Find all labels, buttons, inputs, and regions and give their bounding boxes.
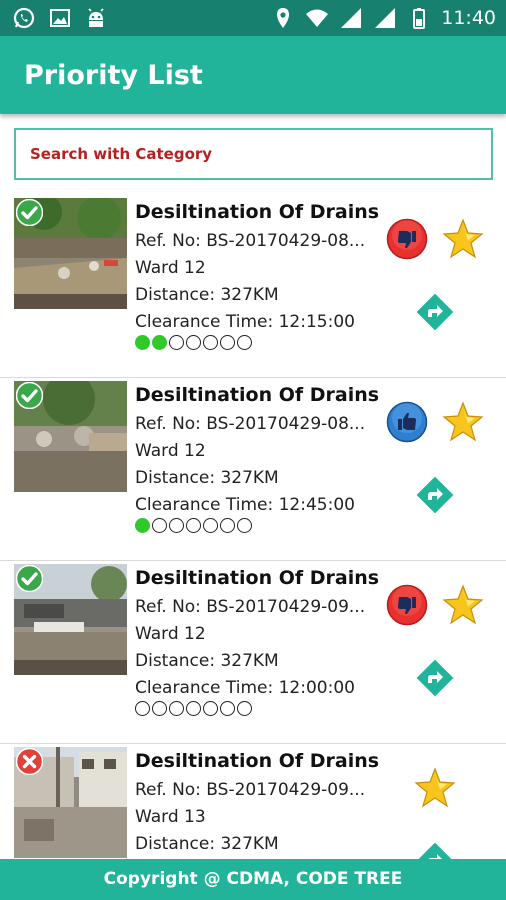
page-title: Priority List	[24, 60, 203, 91]
progress-dot	[237, 701, 252, 716]
item-ref: Ref. No: BS-20170429-09...	[135, 780, 366, 800]
progress-dot	[135, 518, 150, 533]
battery-icon	[413, 8, 426, 29]
share-icon[interactable]	[416, 659, 454, 697]
progress-dot	[203, 335, 218, 350]
item-title: Desiltination Of Drains	[135, 201, 380, 223]
thumbs-down-icon[interactable]	[386, 218, 428, 260]
progress-dot	[169, 335, 184, 350]
progress-dots	[135, 701, 252, 716]
item-ref: Ref. No: BS-20170429-08...	[135, 231, 366, 251]
progress-dot	[169, 701, 184, 716]
progress-dot	[220, 518, 235, 533]
check-icon	[16, 565, 43, 592]
item-distance: Distance: 327KM	[135, 834, 279, 854]
progress-dot	[152, 701, 167, 716]
item-clearance-time: Clearance Time: 12:45:00	[135, 495, 355, 515]
progress-dot	[186, 701, 201, 716]
gallery-icon	[50, 9, 70, 27]
progress-dots	[135, 518, 252, 533]
thumbs-up-icon[interactable]	[386, 401, 428, 443]
progress-dot	[186, 518, 201, 533]
item-ward: Ward 12	[135, 624, 206, 644]
status-bar: 11:40	[0, 0, 506, 36]
check-icon	[16, 199, 43, 226]
item-clearance-time: Clearance Time: 12:00:00	[135, 678, 355, 698]
list-item[interactable]: Desiltination Of Drains Ref. No: BS-2017…	[0, 744, 506, 859]
progress-dot	[203, 518, 218, 533]
progress-dot	[237, 335, 252, 350]
footer-copyright: Copyright @ CDMA, CODE TREE	[0, 859, 506, 900]
item-title: Desiltination Of Drains	[135, 567, 380, 589]
priority-list[interactable]: Desiltination Of Drains Ref. No: BS-2017…	[0, 195, 506, 859]
progress-dot	[237, 518, 252, 533]
item-ward: Ward 12	[135, 441, 206, 461]
progress-dot	[152, 335, 167, 350]
status-time: 11:40	[441, 7, 496, 29]
progress-dot	[220, 335, 235, 350]
progress-dots	[135, 335, 252, 350]
item-clearance-time: Clearance Time: 12:15:00	[135, 312, 355, 332]
item-distance: Distance: 327KM	[135, 285, 279, 305]
item-ref: Ref. No: BS-20170429-09...	[135, 597, 366, 617]
whatsapp-icon	[13, 7, 35, 29]
progress-dot	[220, 701, 235, 716]
item-distance: Distance: 327KM	[135, 651, 279, 671]
app-bar: Priority List	[0, 36, 506, 114]
wifi-icon	[306, 9, 329, 27]
item-title: Desiltination Of Drains	[135, 384, 380, 406]
signal-icon	[341, 8, 362, 28]
star-icon[interactable]	[414, 767, 456, 809]
share-icon[interactable]	[416, 293, 454, 331]
item-title: Desiltination Of Drains	[135, 750, 380, 772]
location-icon	[277, 8, 290, 28]
signal-icon-2	[375, 8, 396, 28]
star-icon[interactable]	[442, 218, 484, 260]
item-ref: Ref. No: BS-20170429-08...	[135, 414, 366, 434]
item-ward: Ward 13	[135, 807, 206, 827]
star-icon[interactable]	[442, 584, 484, 626]
cross-icon	[16, 748, 43, 775]
share-icon[interactable]	[416, 476, 454, 514]
progress-dot	[152, 518, 167, 533]
thumbs-down-icon[interactable]	[386, 584, 428, 626]
search-box[interactable]	[14, 128, 493, 180]
share-icon[interactable]	[416, 842, 454, 859]
list-item[interactable]: Desiltination Of Drains Ref. No: BS-2017…	[0, 561, 506, 744]
list-item[interactable]: Desiltination Of Drains Ref. No: BS-2017…	[0, 195, 506, 378]
android-debug-icon	[88, 8, 104, 27]
item-distance: Distance: 327KM	[135, 468, 279, 488]
progress-dot	[169, 518, 184, 533]
list-item[interactable]: Desiltination Of Drains Ref. No: BS-2017…	[0, 378, 506, 561]
star-icon[interactable]	[442, 401, 484, 443]
item-ward: Ward 12	[135, 258, 206, 278]
progress-dot	[203, 701, 218, 716]
check-icon	[16, 382, 43, 409]
progress-dot	[186, 335, 201, 350]
progress-dot	[135, 701, 150, 716]
progress-dot	[135, 335, 150, 350]
search-input[interactable]	[16, 130, 491, 178]
